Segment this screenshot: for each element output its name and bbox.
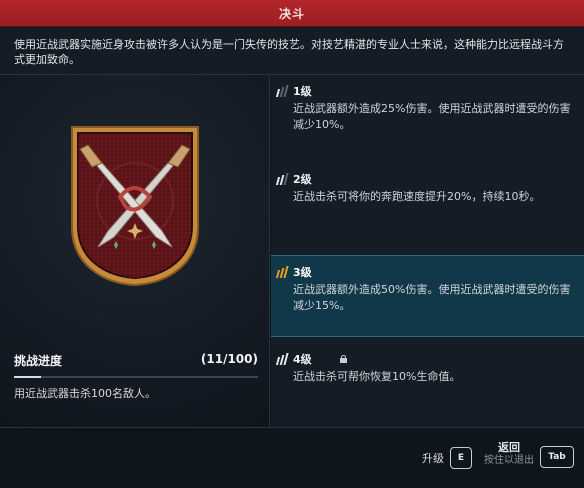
level-3-text: 近战武器额外造成50%伤害。使用近战武器时遭受的伤害减少15%。 [293,283,571,312]
title-bar: 决斗 [0,0,584,27]
challenge-title: 挑战进度 [14,354,63,368]
levels-panel: 1级 近战武器额外造成25%伤害。使用近战武器时遭受的伤害减少10%。 2级 近… [271,75,584,427]
upgrade-button[interactable]: 升级 E [422,447,472,469]
page-title: 决斗 [278,6,305,21]
level-2-title: 2级 [293,173,312,186]
level-4-row[interactable]: 4级 近战击杀可帮你恢复10%生命值。 [271,351,584,391]
back-button[interactable]: 返回 按住以退出 [484,442,534,467]
challenge-progress: 挑战进度 (11/100) 用近战武器击杀100名敌人。 [14,352,258,401]
key-tab-icon[interactable]: Tab [540,446,574,468]
level-2-row[interactable]: 2级 近战击杀可将你的奔跑速度提升20%，持续10秒。 [271,171,584,211]
badge-panel: 挑战进度 (11/100) 用近战武器击杀100名敌人。 [0,75,270,427]
tier-4-icon [275,353,289,365]
level-4-title: 4级 [293,353,312,366]
lock-icon [339,355,347,363]
tier-2-icon [275,173,289,185]
crossed-blades-badge-icon [71,126,199,287]
back-hint: 按住以退出 [484,455,534,466]
tier-3-icon [275,266,289,278]
progress-fill [14,376,41,378]
challenge-text: 用近战武器击杀100名敌人。 [14,387,156,400]
back-label: 返回 [498,441,520,454]
level-3-title: 3级 [293,266,312,279]
level-1-title: 1级 [293,85,312,98]
level-2-text: 近战击杀可将你的奔跑速度提升20%，持续10秒。 [293,190,541,203]
perk-description: 使用近战武器实施近身攻击被许多人认为是一门失传的技艺。对技艺精湛的专业人士来说，… [0,27,584,75]
level-3-row[interactable]: 3级 近战武器额外造成50%伤害。使用近战武器时遭受的伤害减少15%。 [271,255,584,337]
level-1-text: 近战武器额外造成25%伤害。使用近战武器时遭受的伤害减少10%。 [293,102,571,131]
footer-bar: 升级 E 返回 按住以退出 Tab [0,427,584,488]
level-4-text: 近战击杀可帮你恢复10%生命值。 [293,370,461,383]
key-e-icon: E [450,447,472,469]
progress-bar [14,376,258,378]
upgrade-label: 升级 [422,452,444,465]
level-1-row[interactable]: 1级 近战武器额外造成25%伤害。使用近战武器时遭受的伤害减少10%。 [271,83,584,139]
tier-1-icon [275,85,289,97]
challenge-count: (11/100) [200,352,258,366]
